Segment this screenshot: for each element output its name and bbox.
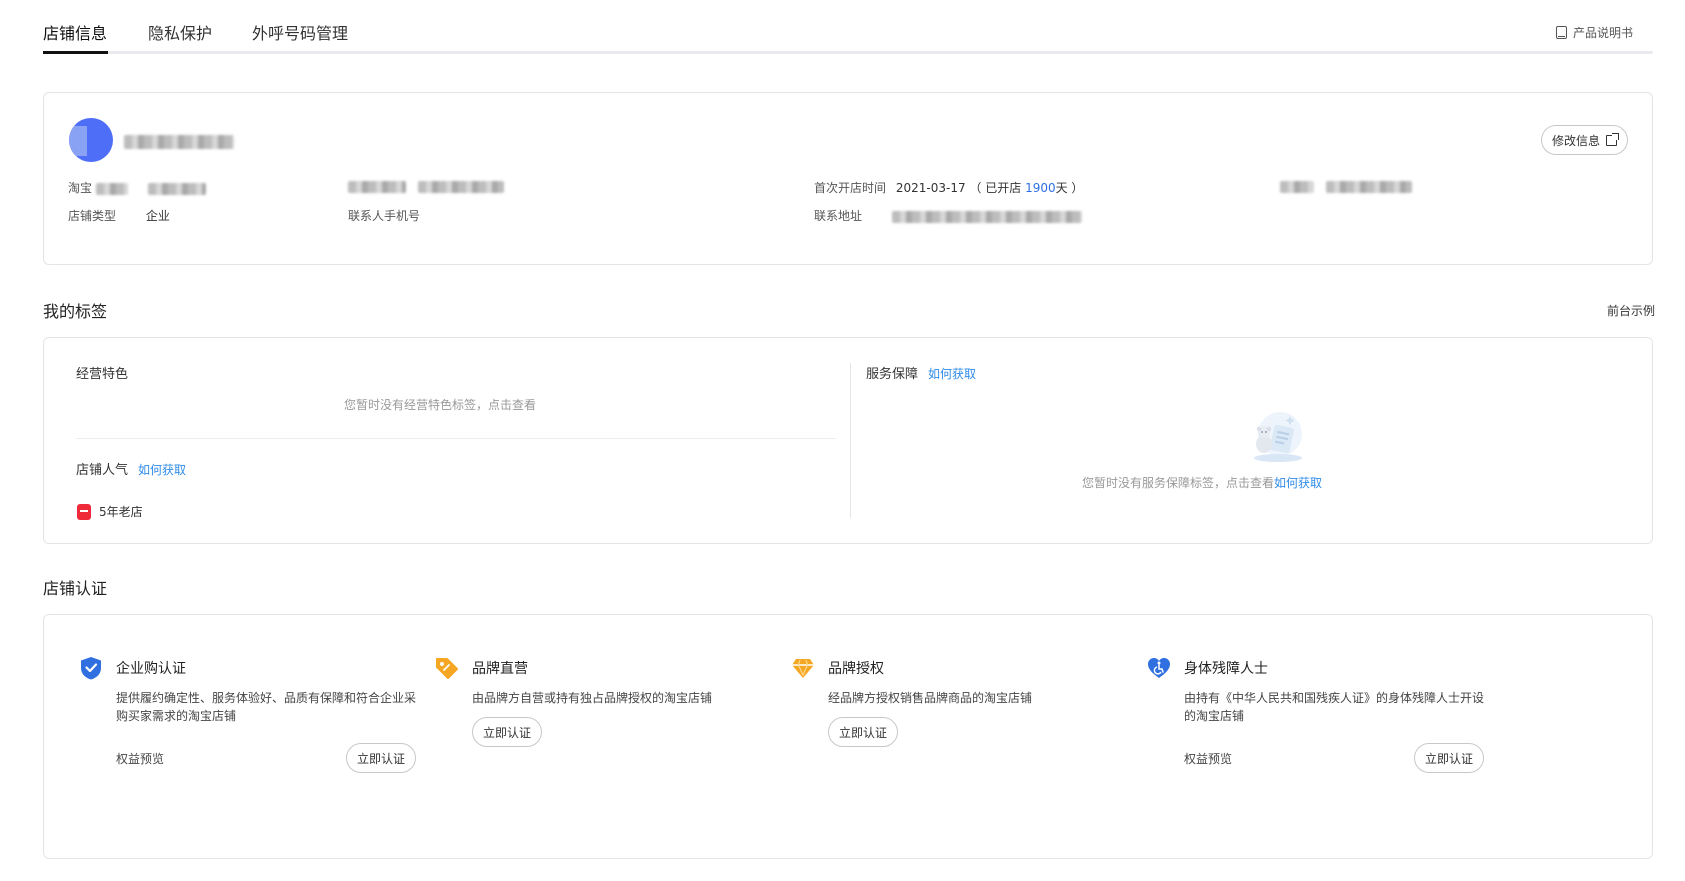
address-label: 联系地址 — [814, 209, 863, 223]
business-feature-label: 经营特色 — [76, 367, 129, 382]
open-days: 1900 — [1025, 181, 1056, 195]
cert-enterprise-benefit-link[interactable]: 权益预览 — [116, 750, 164, 767]
book-icon — [1555, 26, 1567, 39]
cert-brand-authorized-title: 品牌授权 — [828, 661, 884, 677]
popularity-how-to-get-link[interactable]: 如何获取 — [138, 463, 186, 477]
old-store-badge: 5年老店 — [77, 503, 143, 520]
cert-enterprise-header: 企业购认证 — [78, 655, 388, 681]
store-type-label: 店铺类型 — [68, 209, 117, 223]
cert-brand-direct-header: 品牌直营 — [434, 655, 744, 681]
store-popularity-label: 店铺人气 — [76, 463, 129, 478]
cert-brand-authorized-desc: 经品牌方授权销售品牌商品的淘宝店铺 — [828, 691, 1033, 705]
column-divider — [850, 363, 851, 518]
redacted-label-2 — [1280, 180, 1314, 193]
tags-divider — [76, 438, 836, 439]
address-value-redacted — [891, 210, 1082, 223]
external-link-icon — [1606, 132, 1619, 146]
cert-brand-authorized: 品牌授权 经品牌方授权销售品牌商品的淘宝店铺 立即认证 — [790, 655, 1100, 747]
tab-bar-divider — [43, 51, 1653, 54]
avatar — [69, 118, 113, 162]
redacted-label — [348, 180, 406, 193]
diamond-icon — [790, 655, 816, 681]
product-manual-link[interactable]: 产品说明书 — [1555, 24, 1633, 41]
empty-state-illustration — [1254, 412, 1302, 462]
cert-brand-authorized-apply-button[interactable]: 立即认证 — [828, 717, 899, 747]
heart-accessibility-icon — [1146, 655, 1172, 681]
redacted-row — [348, 179, 504, 193]
taobao-label-redacted — [95, 182, 128, 195]
taobao-value-redacted — [147, 182, 206, 195]
tab-privacy[interactable]: 隐私保护 — [148, 20, 212, 44]
store-certification-title: 店铺认证 — [43, 579, 108, 598]
active-tab-indicator — [43, 51, 108, 54]
service-guarantee-empty: 您暂时没有服务保障标签，点击查看如何获取 — [1082, 474, 1322, 491]
business-feature-title: 经营特色 — [76, 363, 128, 382]
my-tags-title: 我的标签 — [43, 302, 108, 321]
first-open-row: 首次开店时间 2021-03-17 （ 已开店 1900天 ） — [814, 179, 1083, 196]
first-open-date: 2021-03-17 — [895, 181, 966, 195]
cert-enterprise-footer: 权益预览 立即认证 — [116, 743, 416, 773]
open-suffix: 天 ） — [1055, 181, 1084, 195]
edit-info-label: 修改信息 — [1551, 133, 1600, 148]
cert-enterprise-desc: 提供履约确定性、服务体验好、品质有保障和符合企业采购买家需求的淘宝店铺 — [116, 691, 417, 723]
old-store-label: 5年老店 — [99, 505, 143, 519]
tab-store-info[interactable]: 店铺信息 — [43, 20, 107, 44]
open-prefix: （ 已开店 — [969, 181, 1026, 195]
edit-info-button[interactable]: 修改信息 — [1540, 125, 1628, 155]
cert-enterprise: 企业购认证 提供履约确定性、服务体验好、品质有保障和符合企业采购买家需求的淘宝店… — [78, 655, 416, 773]
first-open-label: 首次开店时间 — [814, 181, 887, 195]
cert-brand-direct-apply-button[interactable]: 立即认证 — [472, 717, 543, 747]
contact-phone-label: 联系人手机号 — [348, 209, 421, 223]
service-empty-how-to-get-link[interactable]: 如何获取 — [1274, 476, 1322, 490]
cert-disability-header: 身体残障人士 — [1146, 655, 1456, 681]
business-feature-empty[interactable]: 您暂时没有经营特色标签，点击查看 — [344, 396, 536, 413]
cert-enterprise-apply-button[interactable]: 立即认证 — [345, 743, 416, 773]
frontend-example-link[interactable]: 前台示例 — [1607, 302, 1655, 319]
certification-card: 企业购认证 提供履约确定性、服务体验好、品质有保障和符合企业采购买家需求的淘宝店… — [43, 614, 1653, 859]
contact-phone-row: 联系人手机号 — [348, 207, 420, 224]
product-manual-label: 产品说明书 — [1572, 26, 1633, 40]
redacted-value — [417, 180, 504, 193]
service-how-to-get-link[interactable]: 如何获取 — [928, 367, 976, 381]
cert-brand-direct-desc: 由品牌方自营或持有独占品牌授权的淘宝店铺 — [472, 691, 713, 705]
store-info-card: 修改信息 淘宝 首次开店时间 2021-03-17 （ 已开店 1900天 ） … — [43, 92, 1653, 265]
cert-disability: 身体残障人士 由持有《中华人民共和国残疾人证》的身体残障人士开设的淘宝店铺 权益… — [1146, 655, 1484, 773]
address-row: 联系地址 — [814, 207, 1082, 224]
store-type-value: 企业 — [145, 209, 170, 223]
tags-card: 经营特色 您暂时没有经营特色标签，点击查看 店铺人气 如何获取 5年老店 服务保障… — [43, 337, 1653, 544]
cert-brand-direct-title: 品牌直营 — [472, 661, 528, 677]
store-name-redacted — [124, 135, 234, 149]
service-guarantee-title: 服务保障 如何获取 — [866, 363, 976, 382]
shield-check-icon — [78, 655, 104, 681]
shop-icon — [77, 503, 91, 520]
service-empty-text: 您暂时没有服务保障标签，点击查看 — [1082, 476, 1275, 490]
store-popularity-title: 店铺人气 如何获取 — [76, 459, 186, 478]
cert-disability-footer: 权益预览 立即认证 — [1184, 743, 1484, 773]
store-type-row: 店铺类型 企业 — [68, 207, 170, 224]
tag-icon — [434, 655, 460, 681]
tab-outbound-number[interactable]: 外呼号码管理 — [252, 20, 348, 44]
cert-disability-desc: 由持有《中华人民共和国残疾人证》的身体残障人士开设的淘宝店铺 — [1184, 691, 1485, 723]
cert-brand-authorized-header: 品牌授权 — [790, 655, 1100, 681]
service-guarantee-label: 服务保障 — [866, 367, 919, 382]
redacted-row-2 — [1280, 179, 1412, 193]
cert-disability-title: 身体残障人士 — [1184, 661, 1268, 677]
cert-disability-apply-button[interactable]: 立即认证 — [1413, 743, 1484, 773]
cert-brand-direct: 品牌直营 由品牌方自营或持有独占品牌授权的淘宝店铺 立即认证 — [434, 655, 744, 747]
tab-bar: 店铺信息 隐私保护 外呼号码管理 产品说明书 — [43, 20, 1653, 56]
taobao-row: 淘宝 — [68, 179, 206, 196]
cert-disability-benefit-link[interactable]: 权益预览 — [1184, 750, 1232, 767]
taobao-label: 淘宝 — [68, 181, 93, 195]
cert-enterprise-title: 企业购认证 — [116, 661, 186, 677]
redacted-value-2 — [1325, 180, 1412, 193]
